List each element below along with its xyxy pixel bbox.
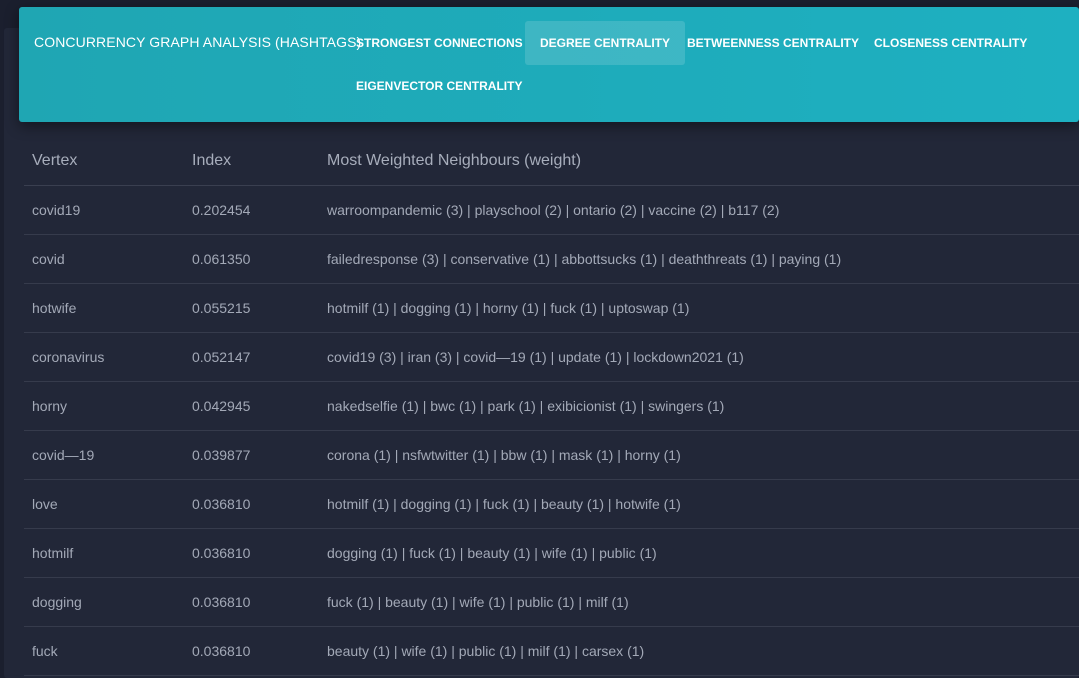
table-row: hotmilf 0.036810 dogging (1) | fuck (1) … — [24, 528, 1079, 578]
index-cell: 0.061350 — [184, 234, 319, 284]
column-header-index: Index — [184, 137, 319, 186]
app-title: CONCURRENCY GRAPH ANALYSIS (HASHTAGS) — [34, 34, 362, 50]
neighbours-cell: hotmilf (1) | dogging (1) | horny (1) | … — [319, 283, 1079, 333]
table-row: horny 0.042945 nakedselfie (1) | bwc (1)… — [24, 381, 1079, 431]
neighbours-cell: covid19 (3) | iran (3) | covid—19 (1) | … — [319, 332, 1079, 382]
column-header-vertex: Vertex — [24, 137, 184, 186]
index-cell: 0.036810 — [184, 626, 319, 676]
index-cell: 0.202454 — [184, 185, 319, 235]
vertex-cell: dogging — [24, 577, 184, 627]
tab-degree-centrality[interactable]: DEGREE CENTRALITY — [525, 21, 686, 65]
table-row: love 0.036810 hotmilf (1) | dogging (1) … — [24, 479, 1079, 529]
vertex-cell: love — [24, 479, 184, 529]
neighbours-cell: beauty (1) | wife (1) | public (1) | mil… — [319, 626, 1079, 676]
vertex-cell: fuck — [24, 626, 184, 676]
tab-betweenness-centrality[interactable]: BETWEENNESS CENTRALITY — [672, 21, 874, 65]
neighbours-cell: failedresponse (3) | conservative (1) | … — [319, 234, 1079, 284]
index-cell: 0.036810 — [184, 479, 319, 529]
table-header-row: Vertex Index Most Weighted Neighbours (w… — [24, 137, 1079, 186]
index-cell: 0.042945 — [184, 381, 319, 431]
neighbours-cell: hotmilf (1) | dogging (1) | fuck (1) | b… — [319, 479, 1079, 529]
table-row: covid 0.061350 failedresponse (3) | cons… — [24, 234, 1079, 284]
neighbours-cell: warroompandemic (3) | playschool (2) | o… — [319, 185, 1079, 235]
vertex-cell: horny — [24, 381, 184, 431]
vertex-cell: covid19 — [24, 185, 184, 235]
top-navbar: CONCURRENCY GRAPH ANALYSIS (HASHTAGS) ST… — [19, 7, 1079, 122]
tab-strongest-connections[interactable]: STRONGEST CONNECTIONS — [341, 21, 538, 65]
vertex-cell: covid—19 — [24, 430, 184, 480]
table-row: fuck 0.036810 beauty (1) | wife (1) | pu… — [24, 626, 1079, 676]
index-cell: 0.036810 — [184, 528, 319, 578]
neighbours-cell: corona (1) | nsfwtwitter (1) | bbw (1) |… — [319, 430, 1079, 480]
table-row: covid19 0.202454 warroompandemic (3) | p… — [24, 185, 1079, 235]
table-row: covid—19 0.039877 corona (1) | nsfwtwitt… — [24, 430, 1079, 480]
centrality-table: Vertex Index Most Weighted Neighbours (w… — [24, 137, 1079, 676]
vertex-cell: hotwife — [24, 283, 184, 333]
column-header-neighbours: Most Weighted Neighbours (weight) — [319, 137, 1079, 186]
neighbours-cell: dogging (1) | fuck (1) | beauty (1) | wi… — [319, 528, 1079, 578]
index-cell: 0.055215 — [184, 283, 319, 333]
tab-closeness-centrality[interactable]: CLOSENESS CENTRALITY — [859, 21, 1042, 65]
vertex-cell: coronavirus — [24, 332, 184, 382]
vertex-cell: hotmilf — [24, 528, 184, 578]
neighbours-cell: fuck (1) | beauty (1) | wife (1) | publi… — [319, 577, 1079, 627]
neighbours-cell: nakedselfie (1) | bwc (1) | park (1) | e… — [319, 381, 1079, 431]
index-cell: 0.039877 — [184, 430, 319, 480]
index-cell: 0.036810 — [184, 577, 319, 627]
index-cell: 0.052147 — [184, 332, 319, 382]
tab-eigenvector-centrality[interactable]: EIGENVECTOR CENTRALITY — [341, 64, 537, 108]
table-row: dogging 0.036810 fuck (1) | beauty (1) |… — [24, 577, 1079, 627]
centrality-table-container: Vertex Index Most Weighted Neighbours (w… — [24, 137, 1079, 676]
table-row: coronavirus 0.052147 covid19 (3) | iran … — [24, 332, 1079, 382]
table-row: hotwife 0.055215 hotmilf (1) | dogging (… — [24, 283, 1079, 333]
vertex-cell: covid — [24, 234, 184, 284]
